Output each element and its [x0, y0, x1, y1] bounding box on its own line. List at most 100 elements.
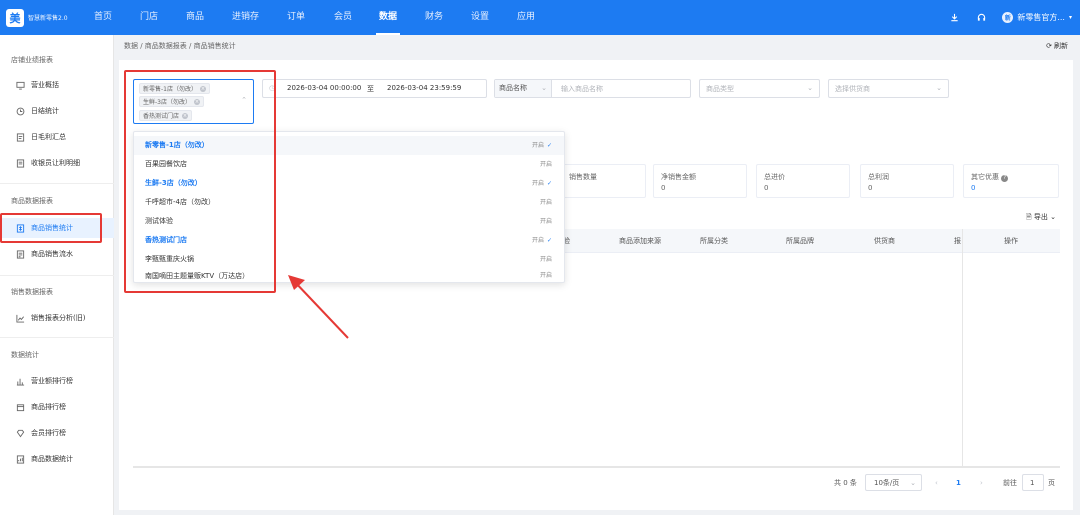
sidebar-item-label: 营业概括 [31, 81, 59, 89]
card-value: 0 [661, 184, 666, 192]
product-name-input[interactable]: 输入商品名称 [561, 84, 603, 94]
headset-icon[interactable] [975, 12, 987, 24]
report-icon [16, 454, 25, 464]
status-text: 开启 [539, 199, 552, 206]
nav-members[interactable]: 会员 [333, 0, 353, 35]
help-icon[interactable]: ? [1001, 175, 1009, 182]
export-icon: 🗎 [1026, 213, 1032, 221]
card-net-sales: 净销售金额 0 [653, 164, 747, 198]
sidebar-item-label: 日结统计 [31, 107, 59, 115]
status-text: 开启 [531, 180, 544, 187]
nav-apps[interactable]: 应用 [516, 0, 536, 35]
date-start[interactable]: 2026-03-04 00:00:00 [287, 84, 361, 92]
nav-store[interactable]: 门店 [139, 0, 159, 35]
sidebar-item-goods-ranking[interactable]: 商品排行榜 [0, 397, 114, 417]
sidebar: 店铺业绩报表 营业概括 日结统计 日毛利汇总 收银员让利明细 商品数据报表 商品… [0, 35, 114, 515]
card-other-discount: 其它优惠 ? 0 [963, 164, 1059, 198]
sidebar-item-label: 商品排行榜 [31, 403, 66, 411]
nav-data[interactable]: 数据 [375, 0, 401, 35]
bar-chart-icon [16, 377, 25, 386]
select-placeholder: 选择供货商 [835, 84, 870, 93]
sidebar-item-member-ranking[interactable]: 会员排行榜 [0, 423, 114, 443]
annotation-arrow-icon [288, 275, 349, 339]
card-value: 0 [868, 184, 873, 192]
logo-text: 智慧新零售2.0 [28, 15, 68, 22]
sidebar-divider [0, 183, 114, 184]
export-button[interactable]: 🗎 导出 ⌄ [1026, 212, 1056, 224]
chevron-down-icon: ⌄ [910, 478, 916, 487]
nav-settings[interactable]: 设置 [470, 0, 490, 35]
sidebar-item-label: 商品数据统计 [31, 455, 73, 463]
chevron-down-icon[interactable]: ▾ [1069, 14, 1072, 21]
card-label: 销售数量 [569, 173, 597, 181]
check-icon: ✓ [546, 237, 552, 244]
option-status: 开启 [540, 193, 552, 212]
breadcrumb: 数据 / 商品数据报表 / 商品销售统计 [124, 42, 236, 50]
sidebar-item-goods-sales-flow[interactable]: 商品销售流水 [0, 244, 114, 264]
option-status: 开启 ✓ [532, 231, 552, 250]
card-value: 0 [764, 184, 769, 192]
card-total-profit: 总利润 0 [860, 164, 954, 198]
check-icon: ✓ [546, 142, 552, 149]
shop-name[interactable]: 新零售官方... [1017, 12, 1065, 23]
card-label: 总利润 [868, 173, 889, 181]
top-navbar: 美 智慧新零售2.0 首页 门店 商品 进销存 订单 会员 数据 财务 设置 应… [0, 0, 1080, 35]
nav-home[interactable]: 首页 [93, 0, 113, 35]
diamond-icon [16, 429, 25, 438]
sidebar-item-revenue-ranking[interactable]: 营业额排行榜 [0, 371, 114, 391]
nav-orders[interactable]: 订单 [286, 0, 306, 35]
current-page[interactable]: 1 [956, 474, 961, 491]
option-status: 开启 ✓ [532, 136, 552, 155]
date-range-picker[interactable]: ◷ 2026-03-04 00:00:00 至 2026-03-04 23:59… [262, 79, 487, 98]
page-size-select[interactable]: 10条/页 ⌄ [865, 474, 922, 491]
refresh-icon: ⟳ [1046, 42, 1052, 50]
chevron-down-icon: ⌄ [807, 84, 813, 92]
sidebar-item-sales-report-analysis[interactable]: 销售报表分析(旧) [0, 308, 114, 328]
column-header: 所属品牌 [786, 237, 814, 245]
app-logo[interactable]: 美 智慧新零售2.0 [0, 8, 92, 27]
sidebar-item-label: 会员排行榜 [31, 429, 66, 437]
sidebar-item-daily-gross-profit[interactable]: 日毛利汇总 [0, 127, 114, 147]
card-label-row: 其它优惠 ? [971, 172, 1058, 182]
date-end[interactable]: 2026-03-04 23:59:59 [387, 84, 461, 92]
download-icon[interactable] [948, 12, 960, 24]
monitor-icon [16, 81, 25, 90]
breadcrumb-bar: 数据 / 商品数据报表 / 商品销售统计 ⟳ 刷新 [115, 35, 1080, 57]
next-page-button[interactable]: › [980, 474, 983, 491]
card-label: 净销售金额 [661, 173, 696, 181]
status-text: 开启 [539, 272, 552, 279]
table-scrollbar[interactable] [133, 466, 1060, 468]
sidebar-group-data-stats: 数据统计 [11, 351, 39, 359]
sidebar-item-daily-settlement[interactable]: 日结统计 [0, 101, 114, 121]
chevron-down-icon: ⌄ [936, 84, 942, 92]
column-header: 供货商 [874, 237, 895, 245]
prev-page-button[interactable]: ‹ [935, 474, 938, 491]
sidebar-divider [0, 337, 114, 338]
chevron-down-icon: ⌄ [1050, 213, 1056, 221]
sidebar-item-business-overview[interactable]: 营业概括 [0, 75, 114, 95]
supplier-select[interactable]: 选择供货商 ⌄ [828, 79, 949, 98]
page-size-label: 10条/页 [874, 478, 900, 487]
sidebar-item-cashier-discount[interactable]: 收银员让利明细 [0, 153, 114, 173]
sidebar-group-goods: 商品数据报表 [11, 197, 53, 205]
product-type-select[interactable]: 商品类型 ⌄ [699, 79, 820, 98]
sidebar-group-sales: 销售数据报表 [11, 288, 53, 296]
sidebar-item-label: 营业额排行榜 [31, 377, 73, 385]
avatar[interactable]: 新 [1002, 12, 1014, 23]
annotation-box [124, 70, 276, 293]
nav-goods[interactable]: 商品 [185, 0, 205, 35]
clock-icon [16, 107, 25, 116]
status-text: 开启 [531, 237, 544, 244]
status-text: 开启 [539, 161, 552, 168]
table-divider [962, 229, 963, 467]
sidebar-item-goods-data-stats[interactable]: 商品数据统计 [0, 449, 114, 469]
goto-page-input[interactable]: 1 [1022, 474, 1044, 491]
nav-finance[interactable]: 财务 [424, 0, 444, 35]
refresh-label: 刷新 [1054, 42, 1068, 50]
nav-inventory[interactable]: 进销存 [231, 0, 260, 35]
refresh-button[interactable]: ⟳ 刷新 [1046, 41, 1068, 51]
column-header: 报 [954, 237, 961, 245]
goto-prefix: 前往 [1003, 478, 1017, 487]
product-field-select[interactable]: 商品名称 ⌄ [495, 80, 552, 97]
top-right-tools: 新 新零售官方... ▾ [948, 0, 1080, 35]
